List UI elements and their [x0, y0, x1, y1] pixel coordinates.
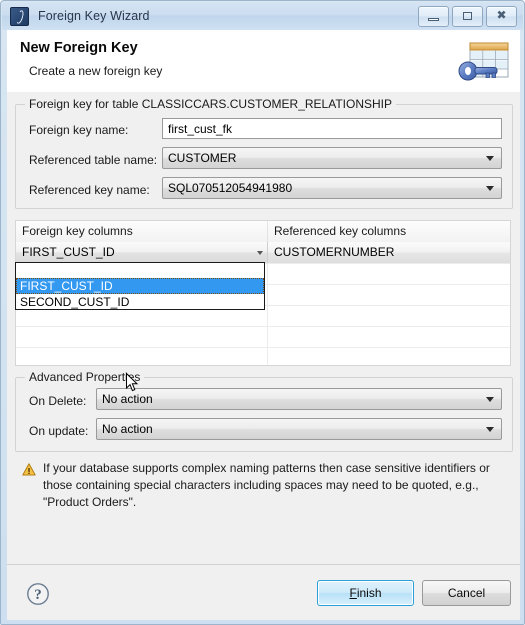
table-key-icon [458, 42, 509, 81]
minimize-button[interactable] [418, 6, 449, 27]
cell-referenced-key-column[interactable] [268, 284, 510, 305]
on-update-value: No action [102, 422, 153, 436]
window-title: Foreign Key Wizard [38, 9, 150, 23]
dropdown-option-blank[interactable] [16, 263, 264, 278]
chevron-down-icon [486, 427, 494, 432]
referenced-key-name-combo[interactable]: SQL070512054941980 [162, 177, 502, 199]
finish-button-label: inish [356, 586, 382, 600]
cell-referenced-key-column[interactable] [268, 263, 510, 284]
on-update-label: On update: [29, 424, 89, 438]
table-row[interactable] [16, 326, 510, 348]
cell-referenced-key-column[interactable] [268, 326, 510, 347]
referenced-key-name-value: SQL070512054941980 [168, 181, 293, 195]
close-button[interactable]: ✖ [486, 6, 517, 27]
cell-referenced-key-column[interactable] [268, 305, 510, 326]
cell-foreign-key-column[interactable] [16, 326, 268, 347]
referenced-table-name-combo[interactable]: CUSTOMER [162, 147, 502, 169]
grid-header-referenced-key-columns: Referenced key columns [274, 224, 407, 238]
cell-foreign-key-column[interactable] [16, 347, 268, 365]
restore-button[interactable] [452, 6, 483, 27]
referenced-table-name-value: CUSTOMER [168, 151, 237, 165]
finish-button-mnemonic: F [349, 586, 357, 600]
finish-button[interactable]: Finish [317, 580, 414, 606]
on-delete-label: On Delete: [29, 394, 87, 408]
foreign-key-name-input[interactable] [162, 118, 502, 139]
chevron-down-icon [486, 397, 494, 402]
advanced-properties-legend: Advanced Properties [25, 370, 145, 384]
sql-script-icon [10, 6, 29, 26]
cell-referenced-key-column[interactable] [268, 347, 510, 365]
dropdown-option-first-cust-id[interactable]: FIRST_CUST_ID [16, 278, 264, 294]
chevron-down-icon [486, 186, 494, 191]
foreign-key-column-dropdown-list[interactable]: FIRST_CUST_ID SECOND_CUST_ID [15, 262, 265, 310]
window-controls: ✖ [418, 6, 517, 27]
table-row[interactable]: FIRST_CUST_ID CUSTOMERNUMBER [16, 242, 510, 264]
table-row[interactable] [16, 347, 510, 365]
referenced-key-name-label: Referenced key name: [29, 183, 150, 197]
grid-header-foreign-key-columns: Foreign key columns [16, 221, 268, 242]
warning-message: If your database supports complex naming… [15, 460, 511, 520]
dropdown-option-second-cust-id[interactable]: SECOND_CUST_ID [16, 294, 264, 309]
page-title: New Foreign Key [20, 40, 138, 56]
wizard-header: New Foreign Key Create a new foreign key [7, 30, 520, 93]
title-bar[interactable]: Foreign Key Wizard ✖ [2, 2, 523, 30]
chevron-down-icon[interactable] [257, 251, 263, 255]
foreign-key-name-label: Foreign key name: [29, 123, 129, 137]
help-question-icon[interactable]: ? [26, 582, 50, 606]
on-delete-value: No action [102, 392, 153, 406]
cell-foreign-key-column[interactable]: FIRST_CUST_ID [16, 242, 268, 263]
foreign-key-wizard-dialog: Foreign Key Wizard ✖ New Foreign Key Cre… [0, 0, 525, 625]
on-delete-combo[interactable]: No action [96, 388, 502, 410]
cell-referenced-key-column[interactable]: CUSTOMERNUMBER [268, 242, 510, 263]
dialog-footer: ? Finish Cancel [7, 564, 520, 620]
grid-header-row: Foreign key columns Referenced key colum… [16, 221, 510, 243]
referenced-table-name-label: Referenced table name: [29, 153, 158, 167]
svg-text:?: ? [34, 587, 42, 603]
warning-triangle-icon [22, 463, 36, 476]
page-subtitle: Create a new foreign key [29, 64, 163, 78]
close-icon: ✖ [496, 8, 507, 22]
chevron-down-icon [486, 156, 494, 161]
on-update-combo[interactable]: No action [96, 418, 502, 440]
warning-text: If your database supports complex naming… [43, 461, 490, 509]
minimize-icon [428, 18, 439, 21]
wizard-body: Foreign key for table CLASSICCARS.CUSTOM… [7, 92, 520, 564]
cancel-button[interactable]: Cancel [422, 580, 511, 606]
foreign-key-group-legend: Foreign key for table CLASSICCARS.CUSTOM… [25, 97, 396, 111]
restore-icon [463, 12, 472, 20]
